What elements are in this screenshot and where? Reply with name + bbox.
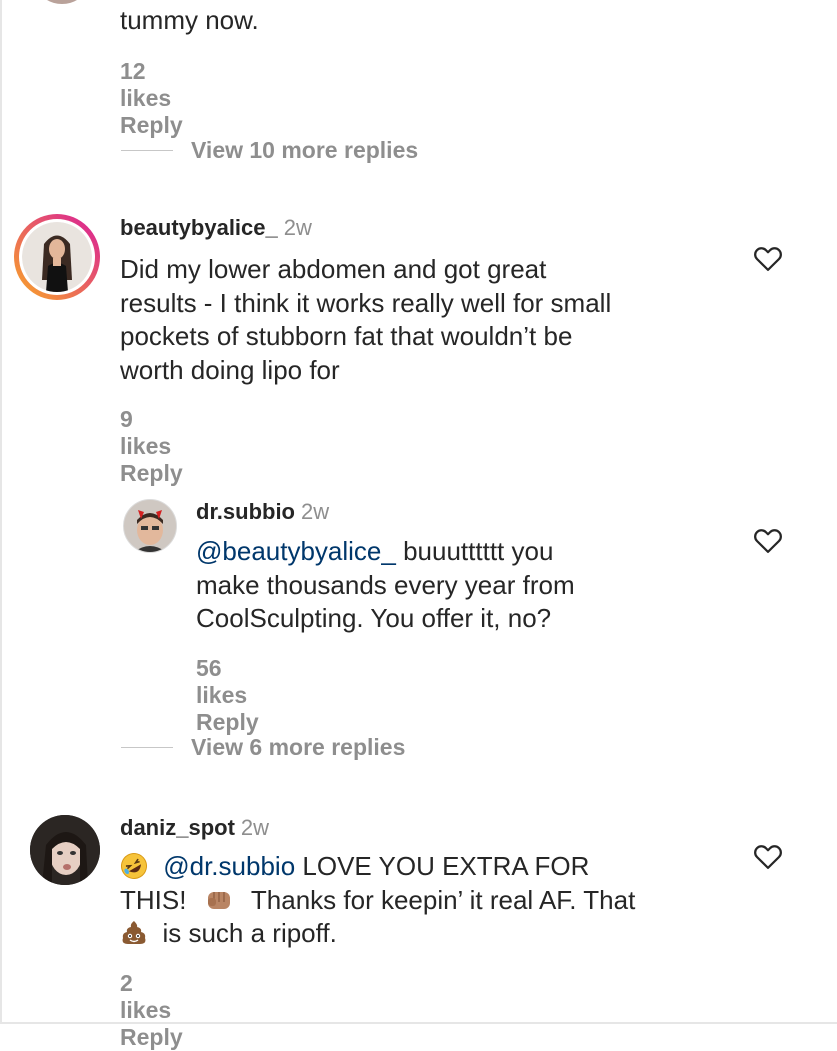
comment-line: THIS! Thanks for keepin’ it real AF. Tha… [120, 884, 760, 918]
timestamp: 2w [283, 215, 312, 240]
username[interactable]: daniz_spot [120, 815, 235, 840]
avatar[interactable] [123, 499, 177, 553]
fist-bump-emoji [207, 891, 230, 909]
likes-count[interactable]: 12 likes [120, 58, 171, 111]
avatar[interactable] [30, 815, 100, 885]
pile-of-poo-emoji [122, 921, 146, 944]
divider-line [121, 747, 173, 748]
comment-text: is such a ripoff. [155, 918, 337, 948]
mention-link[interactable]: @beautybyalice_ [196, 536, 396, 566]
reply-button[interactable]: Reply [120, 460, 183, 486]
comment-line: Did my lower abdomen and got great [120, 254, 547, 284]
previous-comment-text: tummy now. [120, 5, 259, 35]
comment-text: buuutttttt you [395, 536, 554, 566]
comment-line: pockets of stubborn fat that wouldn’t be [120, 321, 573, 351]
likes-count[interactable]: 56 likes [196, 655, 247, 708]
comment-header: daniz_spot 2w [120, 815, 269, 841]
heart-icon[interactable] [753, 526, 783, 554]
likes-count[interactable]: 9 likes [120, 406, 171, 459]
comment-line: make thousands every year from [196, 569, 575, 600]
comment-line: @dr.subbio LOVE YOU EXTRA FOR [120, 850, 760, 884]
comment-header: dr.subbio 2w [196, 499, 329, 525]
comment-text: LOVE YOU EXTRA FOR [295, 851, 590, 881]
comment-meta: 2 likes Reply [120, 970, 219, 1051]
avatar-story-ring[interactable] [14, 214, 100, 300]
mention-link[interactable]: @dr.subbio [163, 851, 295, 881]
heart-icon[interactable] [753, 244, 783, 272]
reply-button[interactable]: Reply [196, 709, 259, 735]
heart-icon[interactable] [753, 842, 783, 870]
comment-body: Did my lower abdomen and got great resul… [120, 253, 740, 387]
comment-line: @beautybyalice_ buuutttttt you [196, 535, 756, 569]
view-more-replies-2[interactable]: View 6 more replies [121, 734, 405, 761]
comment-line: results - I think it works really well f… [120, 287, 612, 318]
comment-meta: 56 likes Reply [196, 655, 295, 736]
view-more-label[interactable]: View 10 more replies [191, 137, 418, 164]
avatar-photo [124, 500, 176, 552]
username[interactable]: dr.subbio [196, 499, 295, 524]
divider-line [121, 150, 173, 151]
comment-body: @beautybyalice_ buuutttttt you make thou… [196, 535, 756, 636]
comment-meta: 9 likes Reply [120, 406, 219, 487]
view-more-label[interactable]: View 6 more replies [191, 734, 405, 761]
comment-line: is such a ripoff. [120, 917, 760, 951]
username[interactable]: beautybyalice_ [120, 215, 278, 240]
timestamp: 2w [301, 499, 330, 524]
likes-count[interactable]: 2 likes [120, 970, 171, 1023]
timestamp: 2w [240, 815, 270, 840]
comment-body: @dr.subbio LOVE YOU EXTRA FOR THIS! Than… [120, 850, 760, 951]
reply-button[interactable]: Reply [120, 1024, 183, 1050]
previous-comment-meta: 12 likes Reply [120, 58, 219, 139]
comment-text: THIS! [120, 884, 194, 915]
comment-header: beautybyalice_ 2w [120, 215, 312, 241]
avatar-photo [30, 815, 100, 885]
reply-button[interactable]: Reply [120, 112, 183, 138]
rolling-on-floor-laughing-emoji [121, 853, 147, 879]
view-more-replies-1[interactable]: View 10 more replies [121, 137, 418, 164]
comment-line: CoolSculpting. You offer it, no? [196, 603, 552, 633]
avatar-photo [22, 222, 92, 292]
comment-text: Thanks for keepin’ it real AF. That [244, 884, 636, 915]
avatar [19, 219, 95, 295]
comment-line: worth doing lipo for [120, 354, 340, 385]
